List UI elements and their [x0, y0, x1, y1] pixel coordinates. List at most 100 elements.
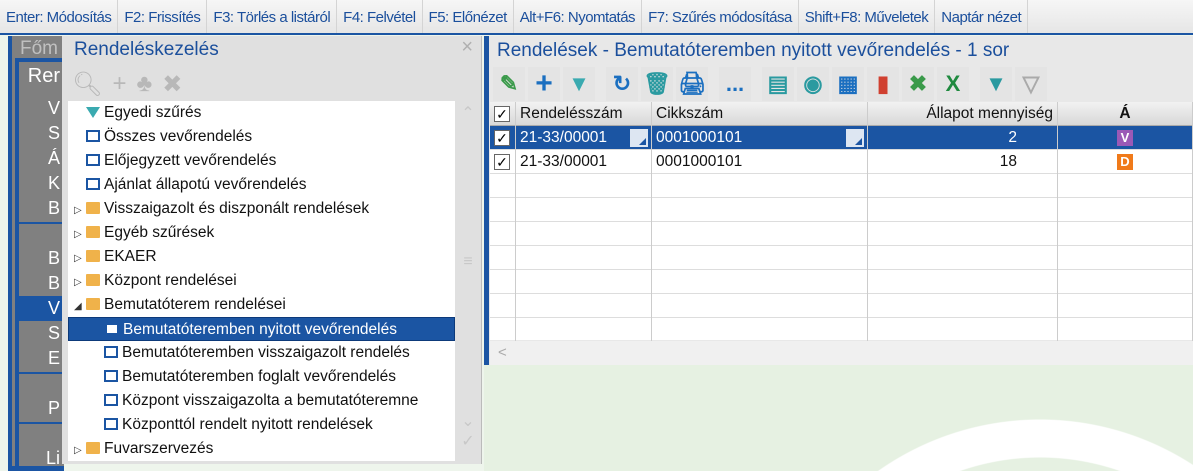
tree-item[interactable]: Bemutatóteremben foglalt vevőrendelés: [68, 365, 455, 389]
tree-item[interactable]: ▷ Fuvarszervezés: [68, 437, 455, 461]
tree-item[interactable]: Ajánlat állapotú vevőrendelés: [68, 173, 455, 197]
background-logo: [484, 365, 1193, 471]
menu-item[interactable]: B: [19, 196, 64, 221]
row-checkbox[interactable]: ✓: [490, 150, 516, 174]
tree-item-label: Bemutatóteremben nyitott vevőrendelés: [123, 321, 397, 338]
folder-icon: [86, 298, 100, 310]
tree-item[interactable]: Előjegyzett vevőrendelés: [68, 149, 455, 173]
tree-item[interactable]: Bemutatóteremben nyitott vevőrendelés: [68, 317, 455, 341]
view-icon[interactable]: ◉: [797, 67, 829, 101]
edit-icon[interactable]: ✎: [493, 67, 525, 101]
excel-icon[interactable]: X: [937, 67, 969, 101]
menu-item[interactable]: P: [19, 396, 64, 421]
fkey-print[interactable]: Alt+F6: Nyomtatás: [514, 0, 643, 33]
table-icon[interactable]: ▦: [832, 67, 864, 101]
dropdown-icon[interactable]: [630, 129, 648, 147]
empty-cell: [490, 318, 516, 342]
more-icon[interactable]: ...: [719, 67, 751, 101]
menu-item[interactable]: K: [19, 171, 64, 196]
fkey-calendar[interactable]: Naptár nézet: [935, 0, 1029, 33]
add-icon[interactable]: +: [528, 67, 560, 101]
expand-arrow-icon[interactable]: ▷: [74, 439, 86, 463]
empty-cell: [516, 318, 652, 342]
monitor-icon: [104, 370, 118, 382]
expand-arrow-icon[interactable]: ▷: [74, 247, 86, 271]
menu-item[interactable]: B: [19, 246, 64, 271]
col-header-order-number[interactable]: Rendelésszám: [516, 102, 652, 126]
orders-grid: ✓ Rendelésszám Cikkszám Állapot mennyisé…: [490, 102, 1193, 342]
tree-item-label: Bemutatóteremben foglalt vevőrendelés: [122, 368, 396, 385]
tree-item[interactable]: ▷ EKAER: [68, 245, 455, 269]
expand-arrow-icon[interactable]: ▷: [74, 223, 86, 247]
empty-row: [490, 294, 1193, 318]
menu-item[interactable]: E: [19, 346, 64, 371]
empty-cell: [516, 222, 652, 246]
dropdown-icon[interactable]: [846, 129, 864, 147]
menu-item[interactable]: B: [19, 271, 64, 296]
table-row[interactable]: ✓ 21-33/00001 0001000101 18 D: [490, 150, 1193, 174]
refresh-icon[interactable]: ↻: [606, 67, 638, 101]
col-header-quantity[interactable]: Állapot mennyiség: [868, 102, 1058, 126]
empty-cell: [490, 198, 516, 222]
tree-item[interactable]: Központtól rendelt nyitott rendelések: [68, 413, 455, 437]
fkey-modify[interactable]: Enter: Módosítás: [0, 0, 119, 33]
tree-item[interactable]: ▷ Központ rendelései: [68, 269, 455, 293]
fkey-filter[interactable]: F7: Szűrés módosítása: [642, 0, 799, 33]
pin-icon[interactable]: ✖: [162, 70, 182, 99]
tree-icon[interactable]: ♣: [136, 70, 152, 99]
clear-filter-icon[interactable]: ▽: [1015, 67, 1047, 101]
menu-title: Rer: [27, 65, 60, 87]
empty-row: [490, 270, 1193, 294]
search-icon[interactable]: 🔍︎: [72, 70, 102, 99]
fkey-remove[interactable]: F3: Törlés a listáról: [207, 0, 338, 33]
horizontal-scrollbar[interactable]: <: [490, 341, 1193, 365]
tree-item-label: Előjegyzett vevőrendelés: [104, 152, 277, 169]
tree-item[interactable]: Összes vevőrendelés: [68, 125, 455, 149]
print-icon[interactable]: 🖨︎: [676, 67, 708, 101]
add-icon[interactable]: +: [112, 70, 126, 99]
orders-title: Rendelések - Bemutatóteremben nyitott ve…: [497, 40, 1010, 61]
select-icon[interactable]: ▤: [762, 67, 794, 101]
tree-item[interactable]: Bemutatóteremben visszaigazolt rendelés: [68, 341, 455, 365]
close-icon[interactable]: ×: [461, 36, 473, 59]
tree-item-label: Egyedi szűrés: [104, 104, 202, 121]
empty-cell: [652, 246, 868, 270]
collapse-arrow-icon[interactable]: ◢: [74, 295, 86, 319]
filter-icon[interactable]: ▼: [563, 67, 595, 101]
row-checkbox[interactable]: ✓: [490, 126, 516, 150]
empty-cell: [490, 294, 516, 318]
fkey-operations[interactable]: Shift+F8: Műveletek: [799, 0, 936, 33]
tree-item-label: Központtól rendelt nyitott rendelések: [122, 416, 373, 433]
unpin-icon[interactable]: ✖: [902, 67, 934, 101]
tree-item[interactable]: Központ visszaigazolta a bemutatóteremne: [68, 389, 455, 413]
tree-item-label: EKAER: [104, 248, 157, 265]
expand-arrow-icon[interactable]: ▷: [74, 271, 86, 295]
expand-arrow-icon[interactable]: ▷: [74, 199, 86, 223]
menu-item[interactable]: Li: [19, 446, 64, 471]
delete-icon[interactable]: 🗑︎: [641, 67, 673, 101]
menu-item[interactable]: S: [19, 321, 64, 346]
col-header-item-number[interactable]: Cikkszám: [652, 102, 868, 126]
table-row[interactable]: ✓ 21-33/00001 0001000101 2 V: [490, 126, 1193, 150]
chart-icon[interactable]: ▮: [867, 67, 899, 101]
divider: [19, 372, 64, 374]
tree-scrollbar[interactable]: ⌃ ≡ ⌄ ✓: [458, 101, 478, 461]
empty-cell: [516, 270, 652, 294]
tree-item[interactable]: ◢ Bemutatóterem rendelései: [68, 293, 455, 317]
fkey-preview[interactable]: F5: Előnézet: [423, 0, 514, 33]
col-header-status[interactable]: Á: [1058, 102, 1193, 126]
tree-item[interactable]: Egyedi szűrés: [68, 101, 455, 125]
menu-item[interactable]: V: [19, 96, 64, 121]
menu-item[interactable]: Á: [19, 146, 64, 171]
tree-item[interactable]: ▷ Visszaigazolt és diszponált rendelések: [68, 197, 455, 221]
empty-cell: [868, 294, 1058, 318]
menu-item[interactable]: S: [19, 121, 64, 146]
column-filter-icon[interactable]: ▼: [980, 67, 1012, 101]
tree-item[interactable]: ▷ Egyéb szűrések: [68, 221, 455, 245]
fkey-refresh[interactable]: F2: Frissítés: [118, 0, 208, 33]
fkey-add[interactable]: F4: Felvétel: [337, 0, 423, 33]
empty-cell: [516, 294, 652, 318]
menu-item-selected[interactable]: V: [19, 296, 64, 321]
empty-cell: [1058, 246, 1193, 270]
select-all-checkbox[interactable]: ✓: [490, 102, 516, 126]
